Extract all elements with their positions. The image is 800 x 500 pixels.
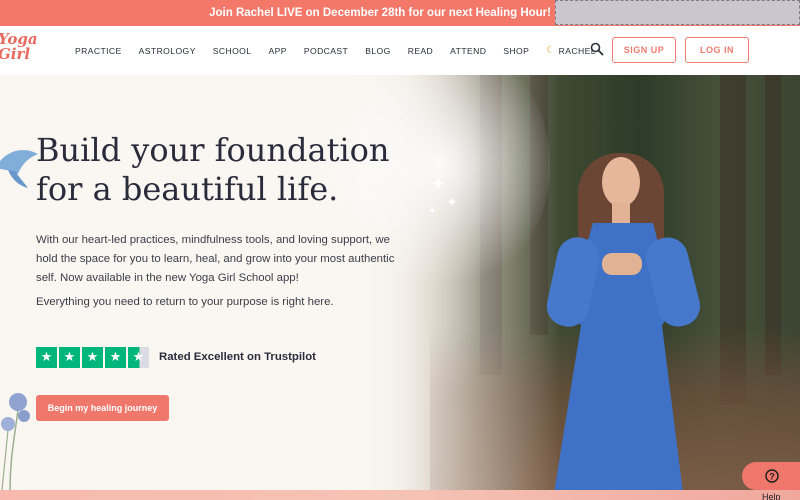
trustpilot-stars: ★ ★ ★ ★ ★ [36, 346, 151, 368]
blue-flowers-illustration-icon [1, 393, 30, 490]
begin-journey-button[interactable]: Begin my healing journey [36, 395, 169, 421]
star-icon: ★ [36, 346, 57, 368]
hero-lead-text: With our heart-led practices, mindfulnes… [36, 234, 395, 284]
nav-item-app[interactable]: APP [268, 46, 286, 56]
nav-item-school[interactable]: SCHOOL [213, 46, 252, 56]
search-icon[interactable] [590, 42, 604, 56]
half-star-icon: ★ [128, 346, 149, 368]
trustpilot-text: Rated Excellent on Trustpilot [159, 351, 316, 363]
nav-item-blog[interactable]: BLOG [365, 46, 390, 56]
help-question-icon: ? [765, 469, 779, 483]
announcement-bar[interactable]: Join Rachel LIVE on December 28th for ou… [0, 0, 800, 26]
woman-hands [602, 253, 642, 275]
sign-up-button[interactable]: SIGN UP [612, 37, 676, 63]
trustpilot-rating[interactable]: ★ ★ ★ ★ ★ Rated Excellent on Trustpilot [36, 346, 316, 368]
nav-item-read[interactable]: READ [408, 46, 433, 56]
woman-neck [612, 203, 630, 225]
nav-item-astrology[interactable]: ASTROLOGY [139, 46, 196, 56]
bottom-decorative-strip [0, 490, 800, 500]
site-header: Yoga Girl PRACTICE ASTROLOGY SCHOOL APP … [0, 26, 800, 75]
star-icon: ★ [105, 346, 126, 368]
embedded-frame-placeholder [555, 0, 800, 25]
star-icon: ★ [82, 346, 103, 368]
help-label[interactable]: Help [762, 492, 781, 500]
help-button[interactable]: ? [742, 462, 800, 490]
nav-item-rachel[interactable]: ☾ RACHEL [546, 45, 596, 56]
nav-item-practice[interactable]: PRACTICE [75, 46, 122, 56]
nav-item-attend[interactable]: ATTEND [450, 46, 486, 56]
svg-text:?: ? [769, 472, 775, 482]
main-nav: PRACTICE ASTROLOGY SCHOOL APP PODCAST BL… [75, 26, 613, 75]
moon-stars-icon: ☾ [546, 45, 556, 56]
hero-sub-text: Everything you need to return to your pu… [36, 296, 334, 308]
announcement-text[interactable]: Join Rachel LIVE on December 28th for ou… [0, 0, 555, 26]
hero-section: ✦ ✦ ✦ Build your foundation for a beauti… [0, 75, 800, 490]
hero-headline: Build your foundation for a beautiful li… [36, 131, 390, 208]
log-in-button[interactable]: LOG IN [685, 37, 749, 63]
yoga-girl-logo[interactable]: Yoga Girl [0, 32, 38, 68]
star-icon: ★ [59, 346, 80, 368]
nav-item-podcast[interactable]: PODCAST [304, 46, 348, 56]
nav-item-shop[interactable]: SHOP [503, 46, 529, 56]
woman-face [602, 157, 640, 207]
